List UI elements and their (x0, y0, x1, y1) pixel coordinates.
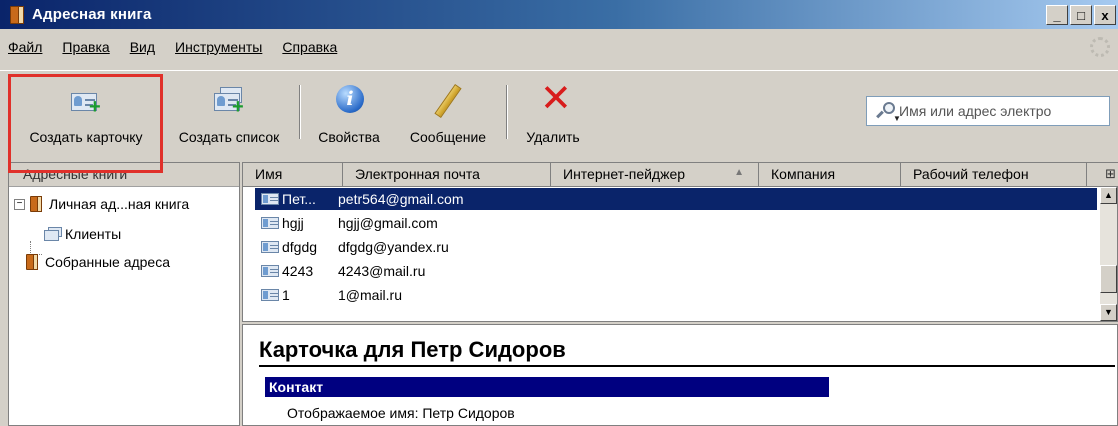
sort-ascending-icon: ▲ (734, 167, 744, 178)
column-header-email[interactable]: Электронная почта (343, 163, 551, 187)
title-bar[interactable]: Адресная книга _ □ x (0, 0, 1118, 29)
address-books-header: Адресные книги (9, 163, 239, 187)
contact-section-header: Контакт (265, 377, 829, 397)
menu-view[interactable]: Вид (130, 39, 155, 55)
search-box[interactable]: ▼ (866, 96, 1110, 126)
cell-name: dfgdg (282, 239, 318, 255)
menu-file[interactable]: Файл (8, 39, 42, 55)
cell-name: Пет... (282, 191, 316, 207)
column-header-company[interactable]: Компания (759, 163, 901, 187)
heading-divider (259, 365, 1115, 367)
maximize-button[interactable]: □ (1070, 5, 1092, 25)
delete-label: Удалить (526, 129, 580, 145)
column-header-im[interactable]: Интернет-пейджер ▲ (551, 163, 759, 187)
cell-name: 1 (282, 287, 290, 303)
scrollbar-thumb[interactable] (1100, 265, 1117, 293)
properties-button[interactable]: i Свойства (308, 81, 390, 151)
contact-card-icon (261, 241, 279, 253)
cell-email: 4243@mail.ru (338, 263, 426, 279)
table-row[interactable]: dfgdg dfgdg@yandex.ru (255, 236, 449, 258)
menu-edit[interactable]: Правка (62, 39, 109, 55)
cell-email: hgjj@gmail.com (338, 215, 438, 231)
scroll-up-icon[interactable]: ▲ (1100, 187, 1117, 204)
display-name-field: Отображаемое имя: Петр Сидоров (287, 405, 515, 421)
delete-button[interactable]: ✕ Удалить (512, 76, 594, 151)
address-book-icon (30, 196, 42, 212)
contact-list: Имя Электронная почта Интернет-пейджер ▲… (242, 162, 1118, 322)
menu-bar: Файл Правка Вид Инструменты Справка (0, 29, 1118, 64)
new-card-label: Создать карточку (29, 129, 143, 145)
scroll-down-icon[interactable]: ▼ (1100, 304, 1117, 321)
delete-x-icon: ✕ (540, 76, 572, 120)
minimize-button[interactable]: _ (1046, 5, 1068, 25)
contact-card-icon (261, 289, 279, 301)
properties-label: Свойства (318, 129, 380, 145)
card-heading: Карточка для Петр Сидоров (259, 337, 566, 362)
message-label: Сообщение (409, 129, 487, 145)
tree-connector (30, 241, 31, 255)
cell-name: hgjj (282, 215, 304, 231)
search-icon[interactable]: ▼ (873, 100, 901, 123)
toolbar-separator (506, 85, 508, 139)
column-header-label: Интернет-пейджер (563, 166, 686, 182)
new-list-label: Создать список (178, 129, 280, 145)
cell-email: petr564@gmail.com (338, 191, 464, 207)
column-header-work-phone[interactable]: Рабочий телефон (901, 163, 1087, 187)
column-picker-icon: ⊞ (1105, 166, 1116, 181)
collapse-toggle-icon[interactable]: − (14, 198, 25, 210)
display-name-label: Отображаемое имя: (287, 405, 419, 421)
list-scrollbar[interactable]: ▲ ▼ (1100, 187, 1117, 321)
display-name-value: Петр Сидоров (422, 405, 515, 421)
window-controls: _ □ x (1046, 5, 1116, 25)
new-list-icon: + (212, 85, 246, 117)
activity-throbber-icon (1090, 37, 1110, 57)
menu-tools[interactable]: Инструменты (175, 39, 262, 55)
new-card-icon: + (69, 85, 103, 117)
new-card-button[interactable]: + Создать карточку (10, 81, 162, 151)
message-button[interactable]: Сообщение (396, 81, 500, 151)
tree-item-label: Собранные адреса (45, 254, 171, 270)
tree-item-label: Личная ад...ная книга (49, 196, 190, 212)
new-list-button[interactable]: + Создать список (166, 81, 292, 151)
info-icon: i (332, 85, 366, 115)
table-row[interactable]: 4243 4243@mail.ru (255, 260, 425, 282)
cell-name: 4243 (282, 263, 314, 279)
toolbar-separator (299, 85, 301, 139)
contact-card-icon (261, 265, 279, 277)
tree-item-clients[interactable]: Клиенты (44, 226, 121, 242)
address-book-icon (26, 254, 38, 270)
contact-card-icon (261, 193, 279, 205)
table-row[interactable]: hgjj hgjj@gmail.com (255, 212, 438, 234)
cell-email: dfgdg@yandex.ru (338, 239, 449, 255)
table-row[interactable]: Пет... petr564@gmail.com (255, 188, 1097, 210)
window-title: Адресная книга (32, 6, 152, 23)
column-picker[interactable]: ⊞ (1087, 163, 1118, 187)
search-input[interactable] (899, 103, 1099, 119)
contact-detail-pane: Карточка для Петр Сидоров Контакт Отобра… (242, 324, 1118, 426)
close-button[interactable]: x (1094, 5, 1116, 25)
contact-card-icon (261, 217, 279, 229)
tree-item-label: Клиенты (65, 226, 122, 242)
tree-item-collected-addresses[interactable]: Собранные адреса (26, 254, 170, 270)
mailing-list-icon (44, 227, 62, 241)
cell-email: 1@mail.ru (338, 287, 403, 303)
tree-item-personal-book[interactable]: − Личная ад...ная книга (14, 196, 189, 212)
pencil-icon (431, 83, 465, 119)
address-book-icon (10, 5, 24, 24)
menu-help[interactable]: Справка (282, 39, 337, 55)
column-header-name[interactable]: Имя (243, 163, 343, 187)
table-row[interactable]: 1 1@mail.ru (255, 284, 402, 306)
